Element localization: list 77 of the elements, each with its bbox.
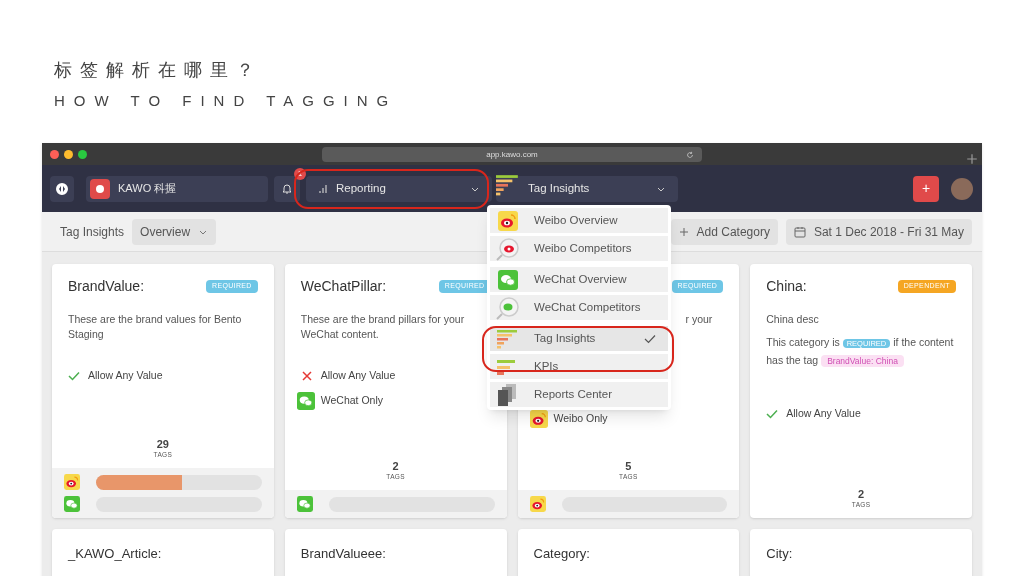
section-label: Tag Insights (528, 180, 591, 196)
menu-item-label: Tag Insights (534, 330, 597, 346)
allow-label: Allow Any Value (320, 368, 396, 383)
menu-item-label: Weibo Overview (534, 212, 619, 228)
channel-label: Weibo Only (553, 411, 608, 427)
card-description: China desc (766, 312, 819, 327)
reporting-dropdown[interactable]: Reporting (306, 175, 492, 202)
new-tab-icon (966, 153, 978, 165)
check-icon (644, 332, 656, 345)
card-description: These are the brand values for Bento Staging (68, 312, 243, 342)
menu-item-label: Weibo Competitors (534, 240, 633, 256)
add-button[interactable]: + (913, 175, 939, 202)
add-category-button[interactable]: Add Category (670, 218, 778, 245)
weibo-icon (529, 496, 546, 512)
address-bar[interactable]: app.kawo.com (322, 147, 702, 162)
menu-item[interactable]: KPIs (490, 354, 668, 379)
bar-chart-icon (496, 328, 520, 349)
maximize-window-icon (78, 149, 87, 159)
calendar-icon (793, 225, 806, 238)
magnifier-icon (496, 236, 520, 261)
menu-item[interactable]: Tag Insights (490, 326, 668, 351)
bell-icon (281, 182, 293, 195)
close-window-icon (50, 149, 59, 159)
logo-button[interactable] (50, 175, 74, 202)
card-title: BrandValueee: (300, 546, 386, 561)
card-title: Category: (533, 546, 590, 561)
documents-icon (498, 382, 518, 407)
section-dropdown[interactable]: Tag Insights (496, 175, 678, 202)
notifications-button[interactable] (274, 175, 300, 202)
allow-label: Allow Any Value (88, 368, 163, 383)
card-title: _KAWO_Article: (68, 546, 162, 561)
reporting-label: Reporting (336, 180, 387, 196)
menu-item-label: WeChat Competitors (534, 299, 642, 315)
bar-chart-icon (496, 173, 520, 196)
page-title: Tag Insights (60, 223, 125, 241)
card-title: WeChatPillar: (300, 277, 387, 296)
tag-count: 2 (392, 460, 399, 473)
menu-item[interactable]: Reports Center (490, 382, 668, 407)
brand-selector[interactable]: KAWO 科握 (86, 175, 268, 202)
menu-item[interactable]: WeChat Competitors (490, 295, 668, 320)
menu-item-label: Reports Center (534, 386, 613, 402)
card-description: r your (685, 312, 713, 327)
card-description: These are the brand pillars for your WeChat content. (300, 312, 466, 342)
menu-item[interactable]: WeChat Overview (490, 267, 668, 292)
wechat-icon (296, 391, 315, 410)
menu-item[interactable]: Weibo Overview (490, 208, 668, 233)
tag-count: 2 (858, 488, 865, 501)
magnifier-icon (496, 295, 520, 320)
brand-logo-icon (90, 178, 110, 199)
url-text: app.kawo.com (486, 148, 538, 161)
menu-item[interactable]: Weibo Competitors (490, 236, 668, 261)
slide-title: 标签解析在哪里？ (54, 59, 263, 82)
menu-item-label: WeChat Overview (534, 271, 628, 287)
reload-icon (686, 150, 694, 159)
brand-name: KAWO 科握 (118, 181, 177, 197)
wechat-icon (296, 496, 313, 512)
signal-bars-icon (318, 183, 328, 194)
card-title: City: (766, 546, 793, 561)
tag-count: 29 (156, 438, 169, 451)
menu-item-label: KPIs (534, 358, 560, 374)
date-range-button[interactable]: Sat 1 Dec 2018 - Fri 31 May (785, 218, 972, 245)
avatar (951, 177, 973, 200)
slide-subtitle: HOW TO FIND TAGGING (54, 91, 399, 111)
tag-chip: BrandValue: China (821, 354, 904, 367)
minimize-window-icon (64, 149, 73, 159)
tag-count: 5 (625, 460, 632, 473)
weibo-icon (64, 474, 80, 490)
wechat-icon (498, 269, 518, 290)
view-dropdown[interactable]: Overview (132, 218, 217, 245)
card-title: BrandValue: (68, 277, 144, 296)
card-title: China: (766, 277, 807, 296)
weibo-icon (498, 210, 518, 231)
plus-icon (678, 226, 689, 237)
wechat-icon (64, 496, 80, 512)
channel-label: WeChat Only (320, 392, 383, 408)
allow-label: Allow Any Value (786, 405, 861, 421)
logo-icon (55, 181, 69, 196)
